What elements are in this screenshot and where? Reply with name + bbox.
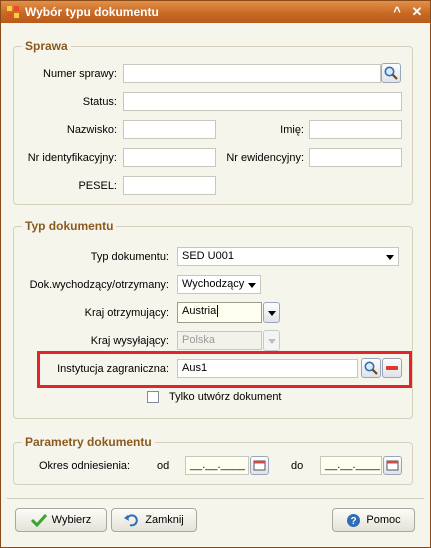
chevron-down-icon bbox=[268, 339, 276, 344]
od-label: od bbox=[157, 460, 170, 472]
chevron-down-icon bbox=[248, 283, 256, 288]
typ-dokumentu-label: Typ dokumentu: bbox=[90, 251, 169, 263]
nr-ewidencyjny-input[interactable] bbox=[309, 148, 402, 167]
od-date-input[interactable]: __.__.____ bbox=[185, 456, 249, 475]
chevron-down-icon bbox=[386, 255, 394, 260]
checkmark-icon bbox=[30, 513, 47, 527]
close-button[interactable]: ✕ bbox=[409, 4, 425, 20]
zamknij-button[interactable]: Zamknij bbox=[111, 508, 197, 532]
dok-wychodzacy-value: Wychodzący bbox=[182, 278, 245, 290]
button-separator bbox=[7, 498, 424, 499]
wybierz-button[interactable]: Wybierz bbox=[15, 508, 107, 532]
kraj-wysylajacy-value: Polska bbox=[182, 334, 216, 346]
minimize-button[interactable]: ^ bbox=[389, 4, 405, 20]
kraj-wysylajacy-input: Polska bbox=[177, 331, 262, 350]
od-calendar-button[interactable] bbox=[250, 456, 269, 475]
zamknij-label: Zamknij bbox=[145, 514, 184, 526]
pesel-label: PESEL: bbox=[78, 180, 117, 192]
status-label: Status: bbox=[82, 96, 117, 108]
imie-input[interactable] bbox=[309, 120, 402, 139]
typ-dokumentu-legend: Typ dokumentu bbox=[25, 219, 114, 233]
do-date-input[interactable]: __.__.____ bbox=[320, 456, 382, 475]
undo-icon bbox=[124, 514, 139, 527]
numer-sprawy-label: Numer sprawy: bbox=[43, 68, 117, 80]
svg-text:?: ? bbox=[351, 516, 357, 527]
do-calendar-button[interactable] bbox=[383, 456, 402, 475]
sprawa-legend: Sprawa bbox=[25, 39, 68, 53]
status-input[interactable] bbox=[123, 92, 402, 111]
nazwisko-input[interactable] bbox=[123, 120, 216, 139]
instytucja-zagraniczna-label: Instytucja zagraniczna: bbox=[57, 363, 169, 375]
tylko-utworz-checkbox[interactable] bbox=[147, 391, 159, 403]
imie-label: Imię: bbox=[280, 124, 304, 136]
search-icon bbox=[364, 361, 378, 375]
nr-ewidencyjny-label: Nr ewidencyjny: bbox=[226, 152, 304, 164]
tylko-utworz-label: Tylko utwórz dokument bbox=[169, 391, 282, 403]
numer-search-button[interactable] bbox=[381, 63, 401, 83]
okres-odniesienia-label: Okres odniesienia: bbox=[39, 460, 131, 472]
pomoc-button[interactable]: ? Pomoc bbox=[332, 508, 415, 532]
nazwisko-label: Nazwisko: bbox=[66, 124, 117, 136]
parametry-legend: Parametry dokumentu bbox=[25, 435, 152, 449]
pesel-input[interactable] bbox=[123, 176, 216, 195]
dialog-window: Wybór typu dokumentu ^ ✕ Sprawa Numer sp… bbox=[0, 0, 431, 548]
kraj-wysylajacy-label: Kraj wysyłający: bbox=[90, 335, 169, 347]
calendar-icon bbox=[386, 460, 399, 471]
instytucja-search-button[interactable] bbox=[361, 358, 381, 378]
minus-icon bbox=[386, 366, 398, 370]
app-icon bbox=[7, 6, 19, 18]
dok-wychodzacy-select[interactable]: Wychodzący bbox=[177, 275, 261, 294]
nr-identyfikacyjny-input[interactable] bbox=[123, 148, 216, 167]
title-bar[interactable]: Wybór typu dokumentu ^ ✕ bbox=[1, 1, 430, 23]
pomoc-label: Pomoc bbox=[366, 514, 401, 526]
chevron-down-icon bbox=[268, 311, 276, 316]
kraj-otrzymujacy-value: Austria bbox=[182, 305, 217, 317]
instytucja-zagraniczna-value: Aus1 bbox=[182, 362, 208, 374]
kraj-wysylajacy-dropdown-button bbox=[263, 330, 280, 351]
typ-dokumentu-value: SED U001 bbox=[182, 250, 234, 262]
kraj-otrzymujacy-input[interactable]: Austria bbox=[177, 302, 262, 323]
typ-dokumentu-select[interactable]: SED U001 bbox=[177, 247, 399, 266]
dok-wychodzacy-label: Dok.wychodzący/otrzymany: bbox=[29, 279, 169, 291]
wybierz-label: Wybierz bbox=[51, 514, 92, 526]
numer-sprawy-input[interactable] bbox=[123, 64, 381, 83]
kraj-otrzymujacy-label: Kraj otrzymujący: bbox=[84, 307, 169, 319]
instytucja-clear-button[interactable] bbox=[382, 358, 402, 378]
do-label: do bbox=[291, 460, 304, 472]
kraj-otrzymujacy-dropdown-button[interactable] bbox=[263, 302, 280, 323]
nr-identyfikacyjny-label: Nr identyfikacyjny: bbox=[27, 152, 117, 164]
help-icon: ? bbox=[347, 513, 361, 527]
search-icon bbox=[384, 66, 398, 80]
window-title: Wybór typu dokumentu bbox=[25, 5, 159, 19]
calendar-icon bbox=[253, 460, 266, 471]
instytucja-zagraniczna-input[interactable]: Aus1 bbox=[177, 359, 358, 378]
